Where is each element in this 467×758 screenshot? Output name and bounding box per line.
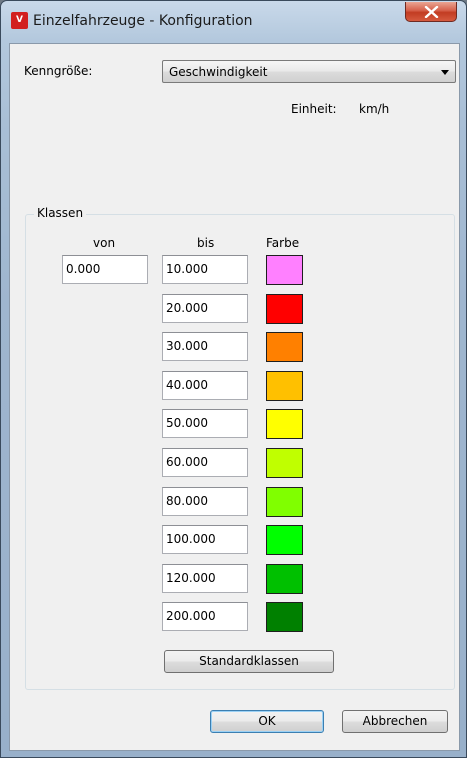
column-header-bis: bis	[197, 236, 215, 250]
standardklassen-button[interactable]: Standardklassen	[164, 650, 334, 673]
bis-input-5[interactable]: 50.000	[162, 409, 248, 438]
bis-input-9[interactable]: 120.000	[162, 564, 248, 593]
bis-input-2[interactable]: 20.000	[162, 294, 248, 323]
close-icon	[424, 6, 439, 18]
title-bar[interactable]: V Einzelfahrzeuge - Konfiguration	[1, 1, 467, 41]
close-button[interactable]	[405, 2, 457, 22]
column-header-farbe: Farbe	[266, 236, 300, 250]
color-swatch-2[interactable]	[266, 294, 303, 324]
kenngroesse-select-value: Geschwindigkeit	[169, 65, 268, 79]
bis-input-10[interactable]: 200.000	[162, 602, 248, 631]
von-input-1[interactable]: 0.000	[62, 255, 148, 284]
dialog-body: Kenngröße: Geschwindigkeit Einheit: km/h…	[9, 43, 460, 751]
color-swatch-5[interactable]	[266, 409, 303, 439]
bis-input-3[interactable]: 30.000	[162, 332, 248, 361]
einheit-value: km/h	[359, 102, 390, 116]
color-swatch-4[interactable]	[266, 371, 303, 401]
bis-input-7[interactable]: 80.000	[162, 487, 248, 516]
color-swatch-6[interactable]	[266, 448, 303, 478]
color-swatch-10[interactable]	[266, 602, 303, 632]
color-swatch-3[interactable]	[266, 332, 303, 362]
bis-input-4[interactable]: 40.000	[162, 371, 248, 400]
app-icon: V	[11, 12, 28, 29]
einheit-label: Einheit:	[291, 102, 337, 116]
color-swatch-7[interactable]	[266, 487, 303, 517]
bis-input-1[interactable]: 10.000	[162, 255, 248, 284]
bis-input-8[interactable]: 100.000	[162, 525, 248, 554]
color-swatch-1[interactable]	[266, 255, 303, 285]
dialog-window: V Einzelfahrzeuge - Konfiguration Kenngr…	[0, 0, 467, 758]
chevron-down-icon	[441, 70, 449, 75]
column-header-von: von	[93, 236, 116, 250]
kenngroesse-select[interactable]: Geschwindigkeit	[162, 60, 456, 83]
kenngroesse-label: Kenngröße:	[24, 64, 93, 78]
window-title: Einzelfahrzeuge - Konfiguration	[33, 13, 253, 29]
cancel-button[interactable]: Abbrechen	[342, 710, 448, 733]
color-swatch-8[interactable]	[266, 525, 303, 555]
bis-input-6[interactable]: 60.000	[162, 448, 248, 477]
klassen-title: Klassen	[34, 206, 87, 220]
color-swatch-9[interactable]	[266, 564, 303, 594]
ok-button[interactable]: OK	[210, 710, 324, 733]
